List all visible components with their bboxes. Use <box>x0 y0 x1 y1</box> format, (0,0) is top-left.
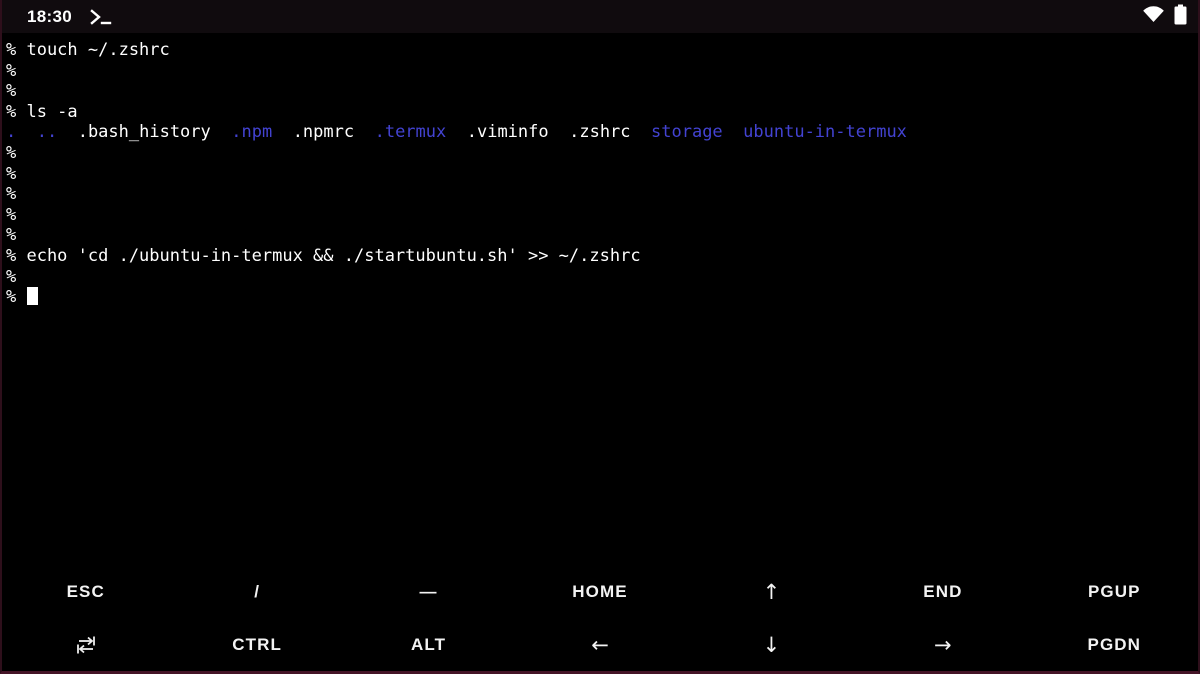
extra-keys-row-1: ESC / ― HOME ↑ END PGUP <box>0 565 1200 618</box>
key-pgdn[interactable]: PGDN <box>1029 618 1200 671</box>
terminal-line: % <box>6 142 17 163</box>
terminal-line: % touch ~/.zshrc <box>6 40 170 60</box>
key-ctrl[interactable]: CTRL <box>171 618 342 671</box>
battery-icon <box>1174 4 1187 30</box>
extra-keys-row-2: CTRL ALT ← ↓ → PGDN <box>0 618 1200 671</box>
terminal-line: % <box>6 204 17 225</box>
termux-notification-icon <box>89 8 114 26</box>
termux-app-screen: 18:30 % touch ~/.zshrc%%% ls -a. .. .bas… <box>0 0 1200 674</box>
key-arrow-left[interactable]: ← <box>514 618 685 671</box>
terminal-line: % <box>6 184 17 205</box>
key-home[interactable]: HOME <box>514 565 685 618</box>
terminal-output[interactable]: % touch ~/.zshrc%%% ls -a. .. .bash_hist… <box>0 33 1200 565</box>
terminal-line: % echo 'cd ./ubuntu-in-termux && ./start… <box>6 245 641 266</box>
terminal-line: % <box>6 266 17 287</box>
terminal-line: % <box>6 163 17 184</box>
key-minus[interactable]: ― <box>343 565 514 618</box>
key-end[interactable]: END <box>857 565 1028 618</box>
key-arrow-up[interactable]: ↑ <box>686 565 857 618</box>
terminal-line: % <box>6 287 1200 308</box>
wifi-icon <box>1142 5 1165 28</box>
terminal-line: . .. .bash_history .npm .npmrc .termux .… <box>6 122 907 143</box>
key-tab[interactable] <box>0 618 171 671</box>
key-arrow-right[interactable]: → <box>857 618 1028 671</box>
status-bar: 18:30 <box>0 0 1200 33</box>
terminal-line: % ls -a <box>6 101 78 122</box>
status-clock: 18:30 <box>27 6 72 26</box>
key-arrow-down[interactable]: ↓ <box>686 618 857 671</box>
terminal-line: % <box>6 60 17 81</box>
terminal-line: % <box>6 81 17 102</box>
key-esc[interactable]: ESC <box>0 565 171 618</box>
key-pgup[interactable]: PGUP <box>1029 565 1200 618</box>
key-alt[interactable]: ALT <box>343 618 514 671</box>
extra-keys-keyboard: ESC / ― HOME ↑ END PGUP CTRL ALT ← ↓ → PGDN <box>0 565 1200 671</box>
terminal-cursor <box>27 287 39 306</box>
terminal-line: % <box>6 225 17 246</box>
key-slash[interactable]: / <box>171 565 342 618</box>
tab-icon <box>72 635 100 655</box>
